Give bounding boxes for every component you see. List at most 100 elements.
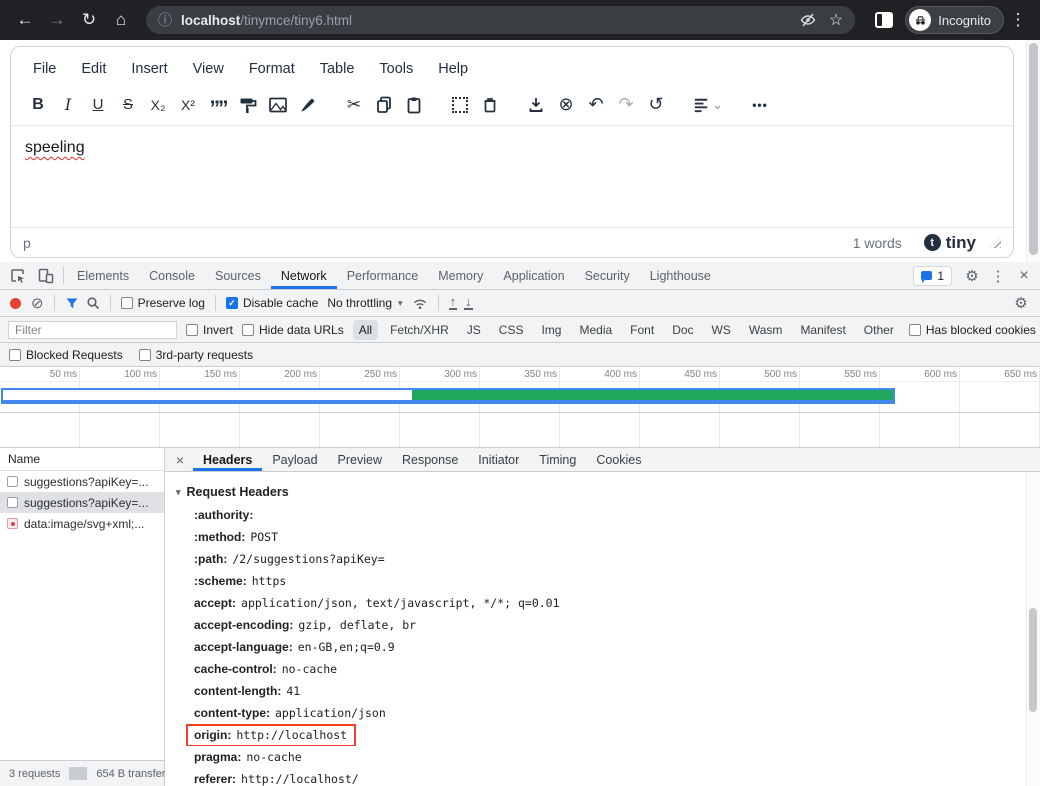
export-har-icon[interactable]: ↓ [464,296,473,310]
devtools-tab[interactable]: Performance [337,262,429,289]
detail-tab[interactable]: Response [392,448,468,471]
editor-content[interactable]: speeling [11,125,1013,227]
home-icon[interactable]: ⌂ [106,5,136,35]
page-scrollbar-thumb[interactable] [1029,43,1038,255]
request-row[interactable]: suggestions?apiKey=... [0,492,164,513]
menu-item[interactable]: Table [310,57,365,81]
resource-type-filter[interactable]: Media [573,320,618,340]
disable-cache-checkbox[interactable]: Disable cache [226,296,318,310]
import-har-icon[interactable]: ↑ [449,296,458,310]
detail-tab[interactable]: Payload [262,448,327,471]
resource-type-filter[interactable]: Img [535,320,567,340]
menu-item[interactable]: Format [239,57,305,81]
request-row[interactable]: suggestions?apiKey=... [0,471,164,492]
resource-type-filter[interactable]: Other [858,320,900,340]
subscript-icon[interactable]: X₂ [143,90,173,120]
throttling-dropdown[interactable]: No throttling ▾ [325,296,404,310]
request-row[interactable]: data:image/svg+xml;... [0,513,164,534]
detail-tab[interactable]: Cookies [586,448,651,471]
network-conditions-icon[interactable] [412,296,428,311]
undo-icon[interactable]: ↶ [581,90,611,120]
address-bar[interactable]: ⓘ localhost/tinymce/tiny6.html ☆ [146,6,855,34]
resource-type-filter[interactable]: JS [461,320,487,340]
has-blocked-cookies-checkbox[interactable]: Has blocked cookies [909,323,1036,337]
network-settings-gear-icon[interactable]: ⚙ [1009,290,1033,316]
word-count[interactable]: 1 words [853,235,902,251]
filter-input[interactable] [8,321,177,339]
misspelled-word[interactable]: speeling [25,139,85,156]
menu-item[interactable]: File [23,57,66,81]
blockquote-icon[interactable]: ”” [203,90,233,120]
site-info-icon[interactable]: ⓘ [158,10,172,30]
settings-gear-icon[interactable]: ⚙ [960,262,984,289]
resource-type-filter[interactable]: Fetch/XHR [384,320,455,340]
copy-icon[interactable] [369,90,399,120]
devtools-tab[interactable]: Application [493,262,574,289]
insert-image-icon[interactable] [263,90,293,120]
reload-icon[interactable]: ↻ [74,5,104,35]
devtools-tab[interactable]: Network [271,262,337,289]
back-icon[interactable]: ← [10,5,40,35]
menu-item[interactable]: Edit [71,57,116,81]
delete-icon[interactable] [475,90,505,120]
detail-scrollbar[interactable] [1026,472,1040,786]
side-panel-icon[interactable] [875,12,893,28]
inspect-element-icon[interactable] [4,262,32,289]
devtools-tab[interactable]: Console [139,262,205,289]
menu-item[interactable]: Insert [121,57,177,81]
devtools-menu-icon[interactable]: ⋮ [986,262,1010,289]
devtools-tab[interactable]: Lighthouse [640,262,721,289]
devtools-close-icon[interactable]: × [1012,262,1036,289]
hide-data-urls-checkbox[interactable]: Hide data URLs [242,323,344,337]
paste-icon[interactable] [399,90,429,120]
detail-scrollbar-thumb[interactable] [1029,608,1037,712]
network-overview-timeline[interactable]: 50 ms100 ms150 ms200 ms250 ms300 ms350 m… [0,367,1040,413]
devtools-tab[interactable]: Elements [67,262,139,289]
page-scrollbar[interactable] [1026,40,1040,262]
resource-type-filter[interactable]: CSS [493,320,530,340]
issues-badge[interactable]: 1 [913,266,952,286]
search-icon[interactable] [86,296,100,310]
strikethrough-icon[interactable]: S [113,90,143,120]
detail-tab[interactable]: Initiator [468,448,529,471]
third-party-requests-checkbox[interactable]: 3rd-party requests [139,348,253,362]
clear-icon[interactable]: ⊘ [31,294,44,312]
cancel-icon[interactable]: ⊗ [551,90,581,120]
browser-menu-icon[interactable]: ⋮ [1006,6,1030,34]
devtools-tab[interactable]: Sources [205,262,271,289]
italic-icon[interactable]: I [53,90,83,120]
resource-type-filter[interactable]: All [353,320,378,340]
close-detail-icon[interactable]: × [169,448,191,471]
cut-icon[interactable]: ✂ [339,90,369,120]
invert-checkbox[interactable]: Invert [186,323,233,337]
device-toolbar-icon[interactable] [32,262,60,289]
bookmark-star-icon[interactable]: ☆ [829,10,843,30]
record-icon[interactable] [10,298,21,309]
name-column-header[interactable]: Name [0,448,164,471]
bold-icon[interactable]: B [23,90,53,120]
forward-icon[interactable]: → [42,5,72,35]
resource-type-filter[interactable]: Doc [666,320,699,340]
permanent-pen-icon[interactable] [293,90,323,120]
detail-tab[interactable]: Timing [529,448,586,471]
align-dropdown[interactable]: ⌄ [687,90,729,120]
filter-toggle-icon[interactable] [65,297,79,310]
resize-handle-icon[interactable] [990,237,1001,248]
menu-item[interactable]: View [183,57,234,81]
eye-off-icon[interactable] [799,12,817,28]
tiny-branding[interactable]: t tiny [924,233,976,253]
element-path[interactable]: p [23,235,31,251]
devtools-tab[interactable]: Memory [428,262,493,289]
download-icon[interactable] [521,90,551,120]
restore-draft-icon[interactable]: ↺ [641,90,671,120]
more-tools-icon[interactable]: ••• [745,90,775,120]
detail-tab[interactable]: Preview [328,448,392,471]
superscript-icon[interactable]: X² [173,90,203,120]
resource-type-filter[interactable]: Wasm [743,320,789,340]
blocked-requests-checkbox[interactable]: Blocked Requests [9,348,123,362]
format-painter-icon[interactable] [233,90,263,120]
request-headers-section[interactable]: ▾ Request Headers [176,480,1020,504]
redo-icon[interactable]: ↷ [611,90,641,120]
menu-item[interactable]: Tools [369,57,423,81]
menu-item[interactable]: Help [428,57,478,81]
